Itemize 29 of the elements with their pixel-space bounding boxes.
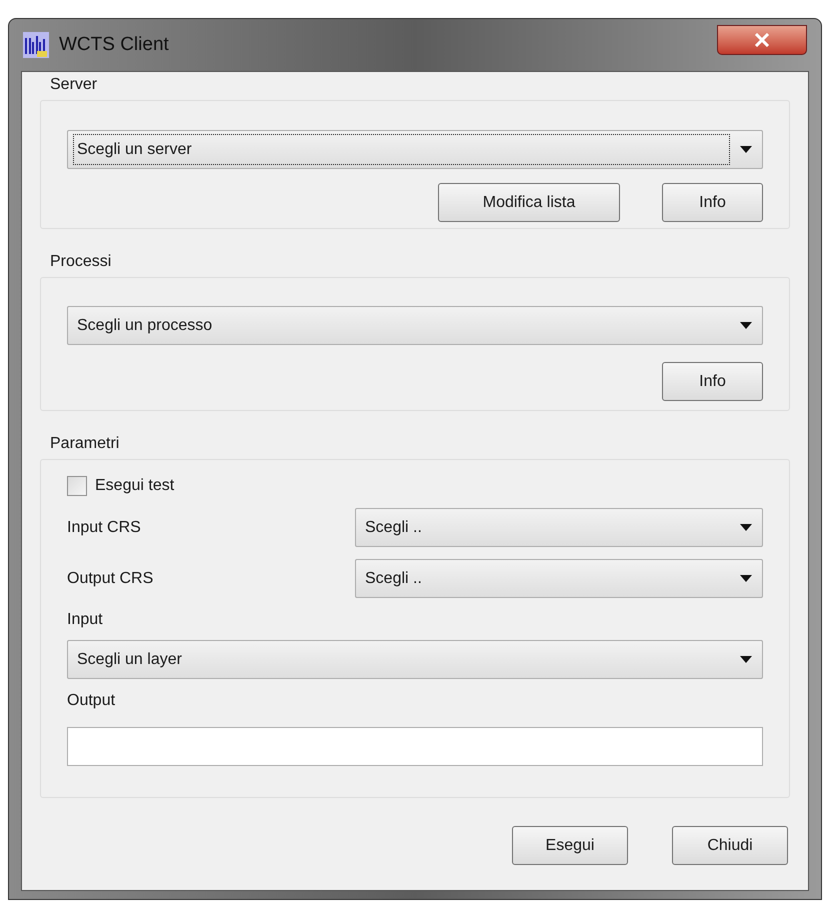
dropdown[interactable]: Scegli un layer [67, 640, 763, 679]
close-button[interactable] [717, 25, 807, 55]
app-icon [23, 32, 49, 58]
push-button[interactable]: Esegui [512, 826, 628, 865]
group-title: Parametri [50, 434, 120, 454]
dropdown[interactable]: Scegli un server [67, 130, 763, 169]
field-label: Input CRS [67, 518, 142, 538]
close-icon [754, 33, 770, 47]
caret-icon [740, 575, 752, 582]
group-title: Server [50, 75, 98, 95]
field-label: Output CRS [67, 568, 154, 588]
output-field[interactable] [67, 727, 763, 766]
dropdown[interactable]: Scegli un processo [67, 306, 763, 345]
caret-icon [740, 656, 752, 663]
group-title: Processi [50, 252, 112, 272]
caret-icon [740, 322, 752, 329]
dropdown[interactable]: Scegli .. [355, 508, 763, 547]
window-title: WCTS Client [59, 32, 169, 57]
dropdown[interactable]: Scegli .. [355, 559, 763, 598]
push-button[interactable]: Chiudi [672, 826, 788, 865]
checkbox[interactable] [67, 476, 87, 496]
caret-icon [740, 146, 752, 153]
field-label: Input [67, 610, 104, 630]
push-button[interactable]: Info [662, 362, 763, 401]
push-button[interactable]: Modifica lista [438, 183, 620, 222]
push-button[interactable]: Info [662, 183, 763, 222]
field-label: Output [67, 691, 116, 711]
checkbox-label: Esegui test [95, 476, 174, 496]
caret-icon [740, 524, 752, 531]
